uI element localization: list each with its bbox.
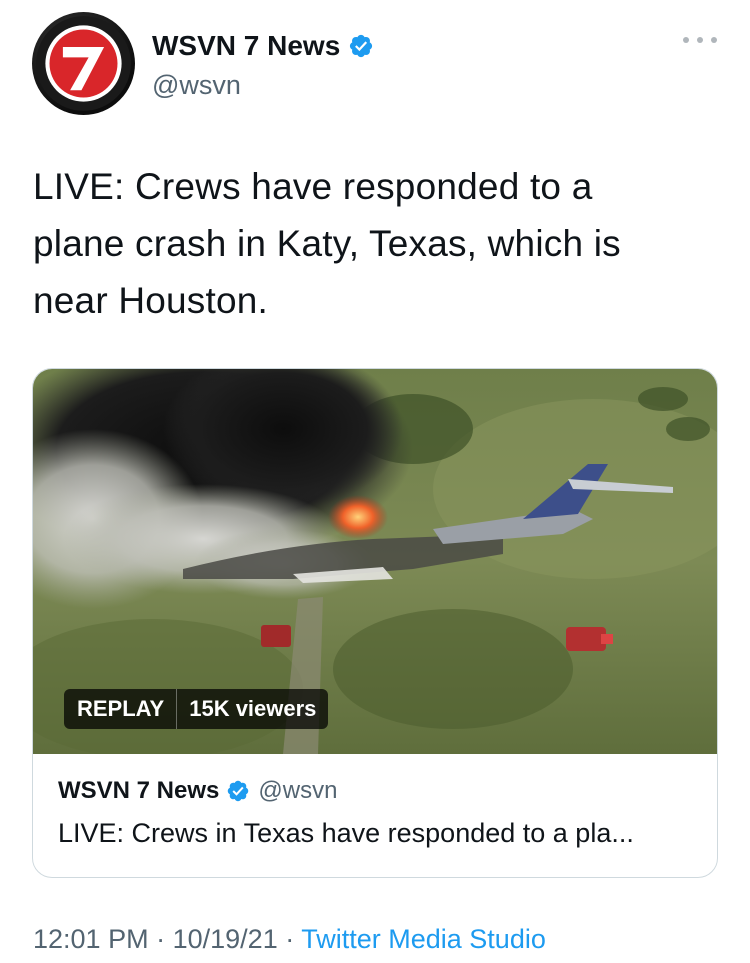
display-name[interactable]: WSVN 7 News: [152, 30, 340, 62]
tweet-text-line: near Houston.: [33, 280, 269, 321]
card-author-row: WSVN 7 News @wsvn: [58, 777, 698, 805]
avatar[interactable]: [32, 12, 135, 115]
card-body[interactable]: WSVN 7 News @wsvn LIVE: Crews in Texas h…: [58, 777, 698, 849]
dot: [697, 37, 703, 43]
author-handle[interactable]: @wsvn: [152, 70, 241, 101]
card-display-name: WSVN 7 News: [58, 777, 220, 804]
more-horizontal-icon[interactable]: [683, 28, 717, 52]
tweet-source-link[interactable]: Twitter Media Studio: [301, 924, 546, 954]
card-text: LIVE: Crews in Texas have responded to a…: [58, 818, 634, 848]
replay-label[interactable]: REPLAY: [64, 689, 178, 729]
tweet-time[interactable]: 12:01 PM: [33, 924, 149, 954]
tweet-metadata: 12:01 PM · 10/19/21 · Twitter Media Stud…: [33, 924, 546, 955]
dot: [683, 37, 689, 43]
verified-badge-icon: [228, 780, 249, 802]
quoted-broadcast-card[interactable]: REPLAY 15K viewers WSVN 7 News @wsvn LIV…: [32, 368, 718, 878]
tweet-text-line: plane crash in Katy, Texas, which is: [33, 223, 621, 264]
author-name-row[interactable]: WSVN 7 News: [152, 30, 374, 62]
separator: ·: [156, 924, 166, 954]
viewers-count: 15K viewers: [189, 696, 317, 721]
broadcast-media[interactable]: REPLAY 15K viewers: [33, 369, 717, 754]
separator: ·: [285, 924, 295, 954]
tweet-text: LIVE: Crews have responded to a plane cr…: [33, 158, 723, 329]
tweet-text-line: LIVE: Crews have responded to a: [33, 166, 593, 207]
replay-pill[interactable]: REPLAY 15K viewers: [64, 689, 329, 729]
card-handle: @wsvn: [258, 777, 338, 804]
dot: [711, 37, 717, 43]
verified-badge-icon: [350, 34, 373, 58]
wsvn-7-logo-icon: [36, 16, 131, 111]
tweet-date[interactable]: 10/19/21: [173, 924, 278, 954]
